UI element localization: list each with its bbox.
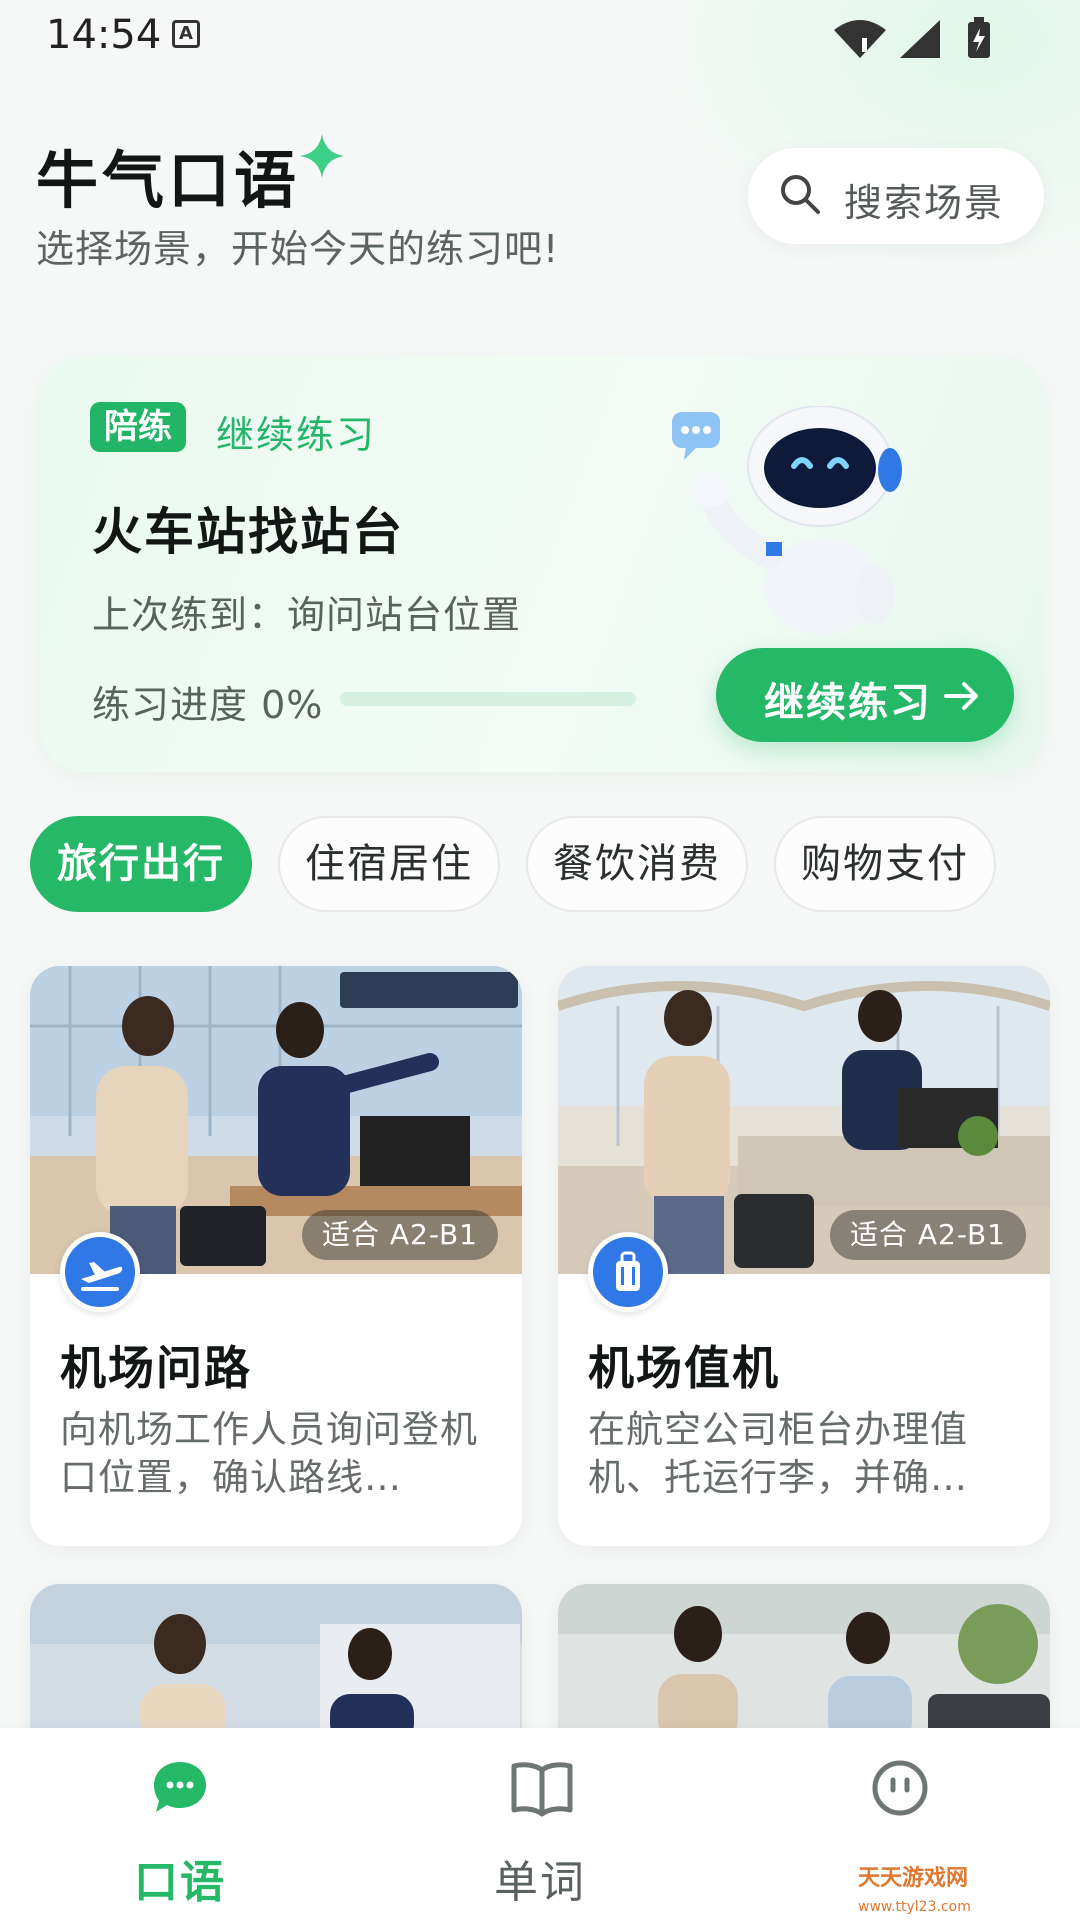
search-box[interactable]: 搜索场景 bbox=[748, 148, 1044, 244]
scene-image bbox=[558, 1584, 1050, 1744]
continue-practice-button[interactable]: 继续练习 bbox=[716, 648, 1014, 742]
continue-button-label: 继续练习 bbox=[764, 680, 932, 726]
airplane-takeoff-icon bbox=[60, 1232, 140, 1312]
tab-shopping[interactable]: 购物支付 bbox=[774, 816, 996, 912]
app-title: 牛气口语 bbox=[36, 144, 301, 217]
tab-travel[interactable]: 旅行出行 bbox=[30, 816, 252, 912]
arrow-right-icon bbox=[944, 682, 978, 710]
nav-label-words: 单词 bbox=[494, 1857, 586, 1908]
level-badge: 适合 A2-B1 bbox=[302, 1210, 498, 1260]
tab-dining[interactable]: 餐饮消费 bbox=[526, 816, 748, 912]
scene-image bbox=[30, 1584, 522, 1744]
level-badge: 适合 A2-B1 bbox=[830, 1210, 1026, 1260]
scene-card-partial[interactable] bbox=[558, 1584, 1050, 1744]
progress-bar bbox=[340, 692, 636, 706]
wifi-icon bbox=[834, 20, 886, 58]
scene-card-partial[interactable] bbox=[30, 1584, 522, 1744]
nav-label-speaking: 口语 bbox=[134, 1857, 226, 1908]
watermark: 天天游戏网 www.ttyl23.com bbox=[858, 1860, 971, 1917]
signal-icon bbox=[900, 20, 940, 58]
search-placeholder: 搜索场景 bbox=[844, 181, 1005, 225]
book-icon bbox=[511, 1762, 573, 1817]
nav-item-words[interactable]: 单词 bbox=[440, 1728, 640, 1920]
scene-description: 在航空公司柜台办理值机、托运行李，并确… bbox=[588, 1408, 968, 1499]
last-practice-text: 上次练到：询问站台位置 bbox=[92, 593, 522, 637]
chat-bubble-icon bbox=[154, 1762, 206, 1812]
luggage-icon bbox=[588, 1232, 668, 1312]
nav-item-speaking[interactable]: 口语 bbox=[80, 1728, 280, 1920]
continue-practice-card[interactable]: 陪练 继续练习 火车站找站台 上次练到：询问站台位置 练习进度 0% 继续练习 bbox=[40, 356, 1044, 772]
scene-description: 向机场工作人员询问登机口位置，确认路线… bbox=[60, 1408, 478, 1499]
practice-tag-text: 继续练习 bbox=[216, 413, 377, 457]
search-icon bbox=[781, 175, 820, 214]
watermark-url: www.ttyl23.com bbox=[858, 1899, 971, 1915]
app-subtitle: 选择场景，开始今天的练习吧! bbox=[36, 227, 560, 271]
scene-card-airport-directions[interactable]: 适合 A2-B1 机场问路 向机场工作人员询问登机口位置，确认路线… bbox=[30, 966, 522, 1546]
profile-face-icon bbox=[872, 1760, 928, 1816]
tab-accommodation[interactable]: 住宿居住 bbox=[278, 816, 500, 912]
watermark-text: 天天游戏网 bbox=[858, 1866, 969, 1891]
status-icons bbox=[834, 17, 990, 58]
accessibility-a-icon: A bbox=[172, 20, 200, 48]
scene-card-airport-checkin[interactable]: 适合 A2-B1 机场值机 在航空公司柜台办理值机、托运行李，并确… bbox=[558, 966, 1050, 1546]
status-time: 14:54 bbox=[46, 12, 162, 58]
progress-label: 练习进度 0% bbox=[92, 683, 324, 727]
practice-tag-badge: 陪练 bbox=[90, 402, 186, 452]
status-bar: 14:54 A bbox=[0, 0, 1080, 80]
robot-mascot bbox=[672, 406, 902, 634]
continue-card-title: 火车站找站台 bbox=[92, 503, 404, 561]
scene-title: 机场值机 bbox=[588, 1341, 780, 1395]
sparkle-icon bbox=[300, 134, 344, 178]
scene-title: 机场问路 bbox=[60, 1341, 252, 1395]
